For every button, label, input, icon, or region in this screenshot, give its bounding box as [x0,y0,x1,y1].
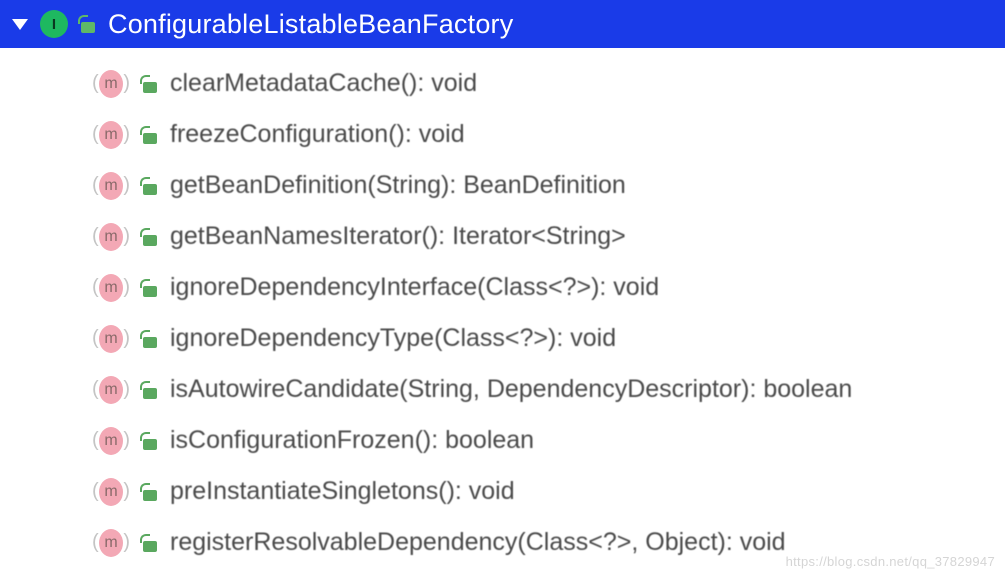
method-signature: isAutowireCandidate(String, DependencyDe… [170,375,852,404]
method-badge-letter: m [104,75,117,93]
unlock-icon [142,177,158,195]
unlock-icon [142,126,158,144]
method-row[interactable]: (m) getBeanDefinition(String): BeanDefini… [0,160,1005,211]
method-signature: getBeanDefinition(String): BeanDefinitio… [170,171,626,200]
interface-badge-icon: I [40,10,68,38]
method-badge-icon: (m) [96,375,126,405]
unlock-icon [142,228,158,246]
method-badge-letter: m [104,483,117,501]
method-signature: ignoreDependencyType(Class<?>): void [170,324,616,353]
method-row[interactable]: (m) clearMetadataCache(): void [0,58,1005,109]
unlock-icon [142,75,158,93]
method-badge-icon: (m) [96,426,126,456]
method-badge-letter: m [104,381,117,399]
method-badge-icon: (m) [96,171,126,201]
method-row[interactable]: (m) freezeConfiguration(): void [0,109,1005,160]
method-badge-icon: (m) [96,324,126,354]
interface-header[interactable]: I ConfigurableListableBeanFactory [0,0,1005,48]
method-badge-icon: (m) [96,477,126,507]
interface-badge-letter: I [52,16,56,33]
method-row[interactable]: (m) getBeanNamesIterator(): Iterator<Stri… [0,211,1005,262]
unlock-icon [80,15,96,33]
method-badge-icon: (m) [96,222,126,252]
method-signature: clearMetadataCache(): void [170,69,477,98]
method-row[interactable]: (m) ignoreDependencyInterface(Class<?>): … [0,262,1005,313]
method-badge-icon: (m) [96,528,126,558]
method-row[interactable]: (m) preInstantiateSingletons(): void [0,466,1005,517]
method-badge-icon: (m) [96,273,126,303]
method-row[interactable]: (m) isConfigurationFrozen(): boolean [0,415,1005,466]
unlock-icon [142,432,158,450]
method-badge-letter: m [104,228,117,246]
unlock-icon [142,330,158,348]
method-signature: isConfigurationFrozen(): boolean [170,426,534,455]
method-signature: preInstantiateSingletons(): void [170,477,515,506]
method-signature: registerResolvableDependency(Class<?>, O… [170,528,786,557]
method-badge-icon: (m) [96,69,126,99]
unlock-icon [142,534,158,552]
method-signature: getBeanNamesIterator(): Iterator<String> [170,222,626,251]
method-row[interactable]: (m) isAutowireCandidate(String, Dependenc… [0,364,1005,415]
method-badge-letter: m [104,432,117,450]
method-signature: freezeConfiguration(): void [170,120,465,149]
method-list: (m) clearMetadataCache(): void (m) freezeCo… [0,48,1005,568]
method-badge-letter: m [104,177,117,195]
unlock-icon [142,483,158,501]
unlock-icon [142,279,158,297]
method-badge-letter: m [104,330,117,348]
method-badge-icon: (m) [96,120,126,150]
method-row[interactable]: (m) ignoreDependencyType(Class<?>): void [0,313,1005,364]
watermark: https://blog.csdn.net/qq_37829947 [786,554,995,569]
method-badge-letter: m [104,126,117,144]
interface-name: ConfigurableListableBeanFactory [108,9,513,40]
unlock-icon [142,381,158,399]
method-badge-letter: m [104,534,117,552]
method-badge-letter: m [104,279,117,297]
method-signature: ignoreDependencyInterface(Class<?>): voi… [170,273,659,302]
collapse-arrow-icon[interactable] [12,19,28,30]
